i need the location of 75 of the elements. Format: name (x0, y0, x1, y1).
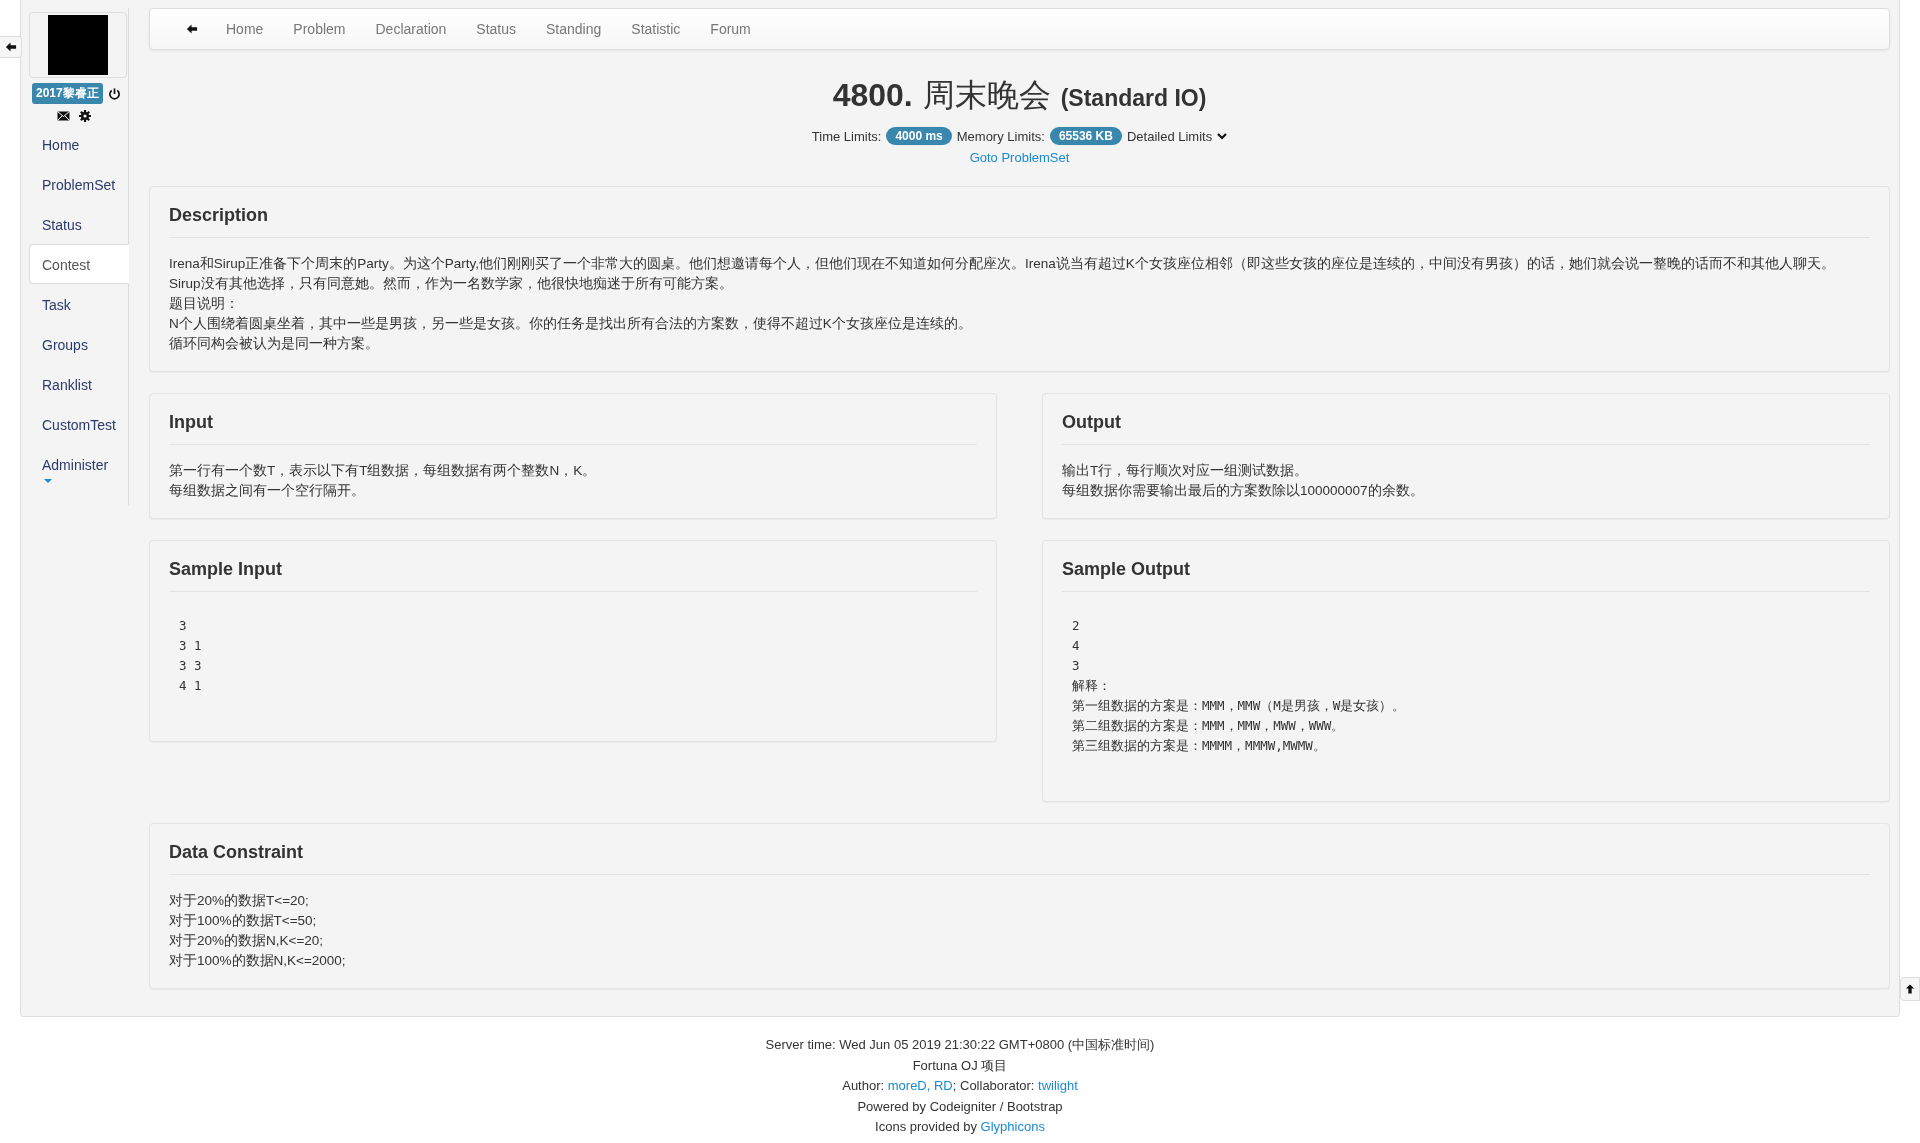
footer-text: ; Collaborator: (952, 1078, 1036, 1093)
user-avatar (48, 15, 108, 75)
nav-link[interactable]: Statistic (631, 21, 681, 37)
sample-line: 3 (179, 617, 188, 635)
text-line: 题目说明： (169, 295, 240, 313)
sidebar-item[interactable]: ProblemSet (29, 164, 129, 204)
footer-link[interactable]: Glyphicons (980, 1119, 1045, 1134)
sidebar-item[interactable]: Home (29, 124, 129, 164)
nav-link[interactable]: Declaration (375, 21, 447, 37)
nav-link[interactable]: Standing (546, 21, 602, 37)
memory-limit-badge: 65536 KB (1049, 127, 1122, 145)
sample-line: 4 (1072, 637, 1081, 655)
text-line: 每组数据之间有一个空行隔开。 (169, 482, 366, 500)
sidebar-item[interactable]: Task (29, 284, 129, 324)
nav-link[interactable]: Home (226, 21, 264, 37)
text-line: 循环同构会被认为是同一种方案。 (169, 335, 380, 353)
sidebar-item[interactable]: Administer (29, 444, 129, 490)
back-to-top-button[interactable] (1900, 977, 1920, 1001)
sample-line: 第三组数据的方案是：MMMM，MMMW,MWMW。 (1072, 737, 1327, 755)
text-line: 对于100%的数据N,K<=2000; (169, 952, 347, 970)
sample-line: 3 3 (179, 657, 203, 675)
nav-link[interactable]: Problem (293, 21, 346, 37)
footer-text: Author: (842, 1078, 886, 1093)
up-arrow-icon (1905, 983, 1915, 995)
sidebar-item[interactable]: Status (29, 204, 129, 244)
text-line: 对于20%的数据N,K<=20; (169, 932, 325, 950)
footer-text: Server time: Wed Jun 05 2019 21:30:22 GMT+0800 (中国标准时间) (764, 1036, 1156, 1054)
footer-text: Fortuna OJ 项目 (911, 1056, 1009, 1075)
text-line: 每组数据你需要输出最后的方案数除以100000007的余数。 (1062, 482, 1425, 500)
text-line: 第一行有一个数T，表示以下有T组数据，每组数据有两个整数N，K。 (169, 462, 598, 480)
nav-link[interactable]: Status (476, 21, 517, 37)
footer-text: Icons provided by (875, 1119, 978, 1134)
footer-link[interactable]: twilight (1038, 1078, 1078, 1093)
text-line: 对于20%的数据T<=20; (169, 892, 310, 910)
footer-text: Powered by Codeigniter / Bootstrap (856, 1097, 1064, 1116)
section-heading: Input (169, 410, 977, 445)
sample-line: 第一组数据的方案是：MMM，MMW（M是男孩，W是女孩）。 (1072, 697, 1407, 715)
section-heading: Data Constraint (169, 840, 1870, 875)
sidebar-item[interactable]: Ranklist (29, 364, 129, 404)
text-line: Irena和Sirup正准备下个周末的Party。为这个Party,他们刚刚买了一个非常大的圆桌。他们想邀请每个人，但他们现在不知道如何分配座次。Irena说当有超过K个女孩座位相邻（即这些女孩的座位是连续的，中间没有男孩）的话，她们就会说一整晚的话而不和其他人聊天。 (169, 255, 1836, 273)
sample-line: 4 1 (179, 677, 203, 695)
goto-problemset-link[interactable]: Goto ProblemSet (969, 150, 1070, 165)
left-arrow-icon (4, 41, 17, 53)
settings-icon[interactable] (78, 110, 91, 122)
detailed-limits-toggle[interactable]: Detailed Limits (1126, 128, 1213, 144)
section-heading: Sample Output (1062, 557, 1870, 592)
footer-link[interactable]: moreD, RD (887, 1078, 953, 1093)
text-line: N个人围绕着圆桌坐着，其中一些是男孩，另一些是女孩。你的任务是找出所有合法的方案数，使得不超过K个女孩座位是连续的。 (169, 315, 973, 333)
problem-number: 4800. (832, 77, 913, 114)
sample-line: 第二组数据的方案是：MMM，MMW，MWW，WWW。 (1072, 717, 1346, 735)
sample-line: 3 1 (179, 637, 203, 655)
section-heading: Sample Input (169, 557, 977, 592)
time-limit-badge: 4000 ms (886, 127, 952, 145)
nav-link[interactable]: Forum (710, 21, 751, 37)
collapse-sidebar-button[interactable] (0, 36, 22, 58)
text-line: 输出T行，每行顺次对应一组测试数据。 (1062, 462, 1310, 480)
sidebar-item[interactable]: CustomTest (29, 404, 129, 444)
back-arrow-icon[interactable] (186, 23, 198, 35)
envelope-icon[interactable] (56, 110, 70, 122)
sidebar-item[interactable]: Groups (29, 324, 129, 364)
section-heading: Description (169, 203, 1870, 238)
sample-line: 3 (1072, 657, 1081, 675)
chevron-down-icon[interactable] (1217, 132, 1228, 140)
sample-line: 解释： (1072, 677, 1112, 695)
sample-line: 2 (1072, 617, 1081, 635)
memory-limits-label: Memory Limits: (956, 128, 1045, 144)
io-mode: (Standard IO) (1060, 85, 1207, 112)
section-heading: Output (1062, 410, 1870, 445)
username-badge[interactable]: 2017黎睿正 (32, 83, 103, 104)
problem-title: 周末晚会 (922, 75, 1051, 116)
time-limits-label: Time Limits: (811, 128, 882, 144)
text-line: Sirup没有其他选择，只有同意她。然而，作为一名数学家，他很快地痴迷于所有可能方案。 (169, 275, 734, 293)
text-line: 对于100%的数据T<=50; (169, 912, 318, 930)
power-icon[interactable] (107, 86, 121, 101)
sidebar-item[interactable]: Contest (29, 244, 129, 284)
